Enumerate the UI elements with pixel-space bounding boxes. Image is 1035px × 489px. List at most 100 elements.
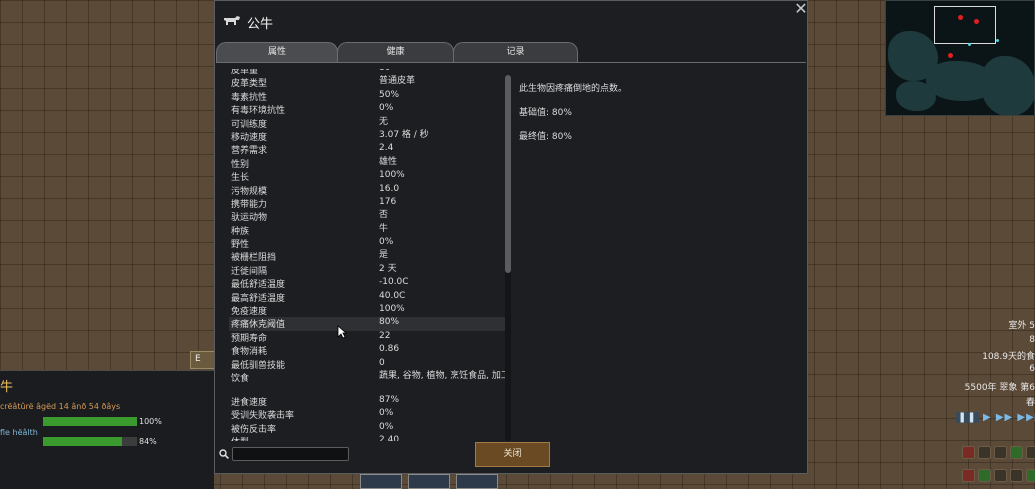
toggle-icon[interactable] <box>962 468 975 482</box>
stat-label: 迁徙间隔 <box>231 266 268 277</box>
stat-label: 体型 <box>229 435 379 441</box>
stat-label: 生长 <box>231 173 250 184</box>
search-input[interactable] <box>232 447 349 461</box>
health-bar-fill <box>43 437 122 446</box>
time-speed-controls[interactable]: ❚❚ ▶ ▶▶ ▶▶▶▶ <box>956 412 1035 423</box>
stat-value: 100% <box>379 170 405 181</box>
info-line-4: 6 <box>1029 364 1035 374</box>
stat-label: 最低舒适温度 <box>231 280 286 291</box>
stat-value: 是 <box>379 250 389 261</box>
stat-row[interactable]: 驮运动物 否 <box>229 210 505 223</box>
stats-scrollbar[interactable] <box>505 75 511 441</box>
play-settings-toolbar[interactable] <box>962 446 1035 489</box>
stat-value: 0% <box>379 103 394 114</box>
stat-row[interactable]: 有毒环境抗性 0% <box>229 103 505 116</box>
stat-value: 0% <box>379 408 394 419</box>
stat-value: 40.0C <box>379 290 406 301</box>
animal-name: 牛 <box>0 380 14 395</box>
stat-value: 3.07 格 / 秒 <box>379 129 429 140</box>
toggle-icon[interactable] <box>978 468 991 482</box>
stat-label: 饮食 <box>231 373 250 384</box>
stat-row[interactable]: 可训练度 无 <box>229 117 505 130</box>
toggle-icon[interactable] <box>1026 468 1035 482</box>
stat-row[interactable]: 饮食 蔬果, 谷物, 植物, 烹饪食品, 加工食品, 酒类, 动物饲料 <box>229 371 505 395</box>
stat-row[interactable]: 预期寿命 22 <box>229 331 505 344</box>
tab-stats[interactable]: 属性 <box>216 42 338 63</box>
stats-list[interactable]: 皮革量80 皮革类型 普通皮革毒素抗性 50% 有毒环境抗性 0% 可训练度 无移动速度 3.0… <box>229 69 505 441</box>
tab-divider <box>216 62 806 63</box>
stat-value: 22 <box>379 330 391 341</box>
stat-label: 驮运动物 <box>231 213 268 224</box>
stat-label: 预期寿命 <box>231 333 268 344</box>
stat-value: 2.40 <box>379 435 400 441</box>
tab-health[interactable]: 健康 <box>337 42 454 63</box>
stat-base-value: 基础值: 80% <box>519 108 572 118</box>
stat-row[interactable]: 携带能力 176 <box>229 197 505 210</box>
bottom-tab-bar[interactable] <box>360 474 500 489</box>
bottom-tab[interactable] <box>456 474 498 489</box>
stat-row[interactable]: 移动速度 3.07 格 / 秒 <box>229 130 505 143</box>
stat-row[interactable]: 皮革量80 <box>229 69 505 76</box>
toggle-icon[interactable] <box>962 446 975 459</box>
stat-row[interactable]: 受训失败袭击率 0% <box>229 408 505 421</box>
world-button[interactable]: E <box>190 351 216 369</box>
stat-label: 可训练度 <box>231 119 268 130</box>
close-button[interactable]: 关闭 <box>475 442 550 467</box>
stat-row[interactable]: 最低舒适温度 -10.0C <box>229 277 505 290</box>
pause-icon[interactable]: ❚❚ <box>956 412 979 423</box>
stat-label: 野性 <box>231 240 250 251</box>
toggle-icon[interactable] <box>994 468 1007 482</box>
stat-row[interactable]: 免疫速度 100% <box>229 304 505 317</box>
stat-label: 进食速度 <box>231 397 268 408</box>
mouse-cursor-icon <box>337 325 347 339</box>
toggle-icon[interactable] <box>994 446 1007 459</box>
stat-row[interactable]: 生长 100% <box>229 170 505 183</box>
stat-value: 0% <box>379 237 394 248</box>
stat-row[interactable]: 食物消耗 0.86 <box>229 344 505 357</box>
stat-row[interactable]: 被伤反击率 0% <box>229 422 505 435</box>
minimap[interactable] <box>885 0 1035 116</box>
stat-value: 176 <box>379 196 397 207</box>
minimap-viewport[interactable] <box>934 6 996 44</box>
stat-label: 营养需求 <box>231 146 268 157</box>
animal-description: crëâtûrë âgëd 14 ânð 54 ðâys <box>0 402 121 411</box>
stat-value: 100% <box>379 304 405 315</box>
health-bar <box>43 437 137 446</box>
stat-row[interactable]: 疼痛休克阈值 80% <box>229 317 505 331</box>
need-bar-1-fill <box>43 417 137 426</box>
stat-row[interactable]: 营养需求 2.4 <box>229 143 505 156</box>
stat-row[interactable]: 污物规模 16.0 <box>229 184 505 197</box>
bottom-tab[interactable] <box>360 474 402 489</box>
stat-detail-panel: 此生物因疼痛倒地的点数。 基础值: 80% 最终值: 80% <box>519 81 799 153</box>
stat-row[interactable]: 进食速度 87% <box>229 395 505 408</box>
stat-value: 无 <box>379 116 389 127</box>
stat-row[interactable]: 最高舒适温度 40.0C <box>229 291 505 304</box>
speed-buttons[interactable]: ▶ ▶▶ ▶▶▶▶ <box>983 412 1035 423</box>
bull-silhouette-icon <box>224 16 240 25</box>
stat-value: 87% <box>379 394 400 405</box>
tab-log[interactable]: 记录 <box>453 42 578 63</box>
bottom-tab[interactable] <box>408 474 450 489</box>
close-icon[interactable]: ✕ <box>793 1 809 17</box>
stat-row[interactable]: 体型2.40 <box>229 435 505 441</box>
stat-label: 受训失败袭击率 <box>231 411 295 422</box>
stat-row[interactable]: 最低驯兽技能 0 <box>229 358 505 371</box>
toggle-icon[interactable] <box>978 446 991 459</box>
stat-row[interactable]: 野性 0% <box>229 237 505 250</box>
stat-row[interactable]: 迁徙间隔 2 天 <box>229 264 505 277</box>
stat-row[interactable]: 毒素抗性 50% <box>229 90 505 103</box>
toggle-icon[interactable] <box>1010 468 1023 482</box>
stat-row[interactable]: 性别 雄性 <box>229 157 505 170</box>
info-dialog: 公牛 ✕ 属性 健康 记录 皮革量80 皮革类型 普通皮革毒素抗性 50% 有毒环境抗性… <box>214 0 808 474</box>
scrollbar-thumb[interactable] <box>505 75 511 273</box>
stat-row[interactable]: 种族 牛 <box>229 224 505 237</box>
stat-label: 被伤反击率 <box>231 424 277 435</box>
search-icon <box>219 449 229 459</box>
stat-row[interactable]: 皮革类型 普通皮革 <box>229 76 505 89</box>
date-text: 5500年 翠象 第6 <box>964 383 1035 393</box>
toggle-icon[interactable] <box>1026 446 1035 459</box>
stat-value: 2.4 <box>379 143 394 154</box>
stat-row[interactable]: 被栅栏阻挡 是 <box>229 250 505 263</box>
toggle-icon[interactable] <box>1010 446 1023 459</box>
health-pct: 84% <box>139 437 157 446</box>
